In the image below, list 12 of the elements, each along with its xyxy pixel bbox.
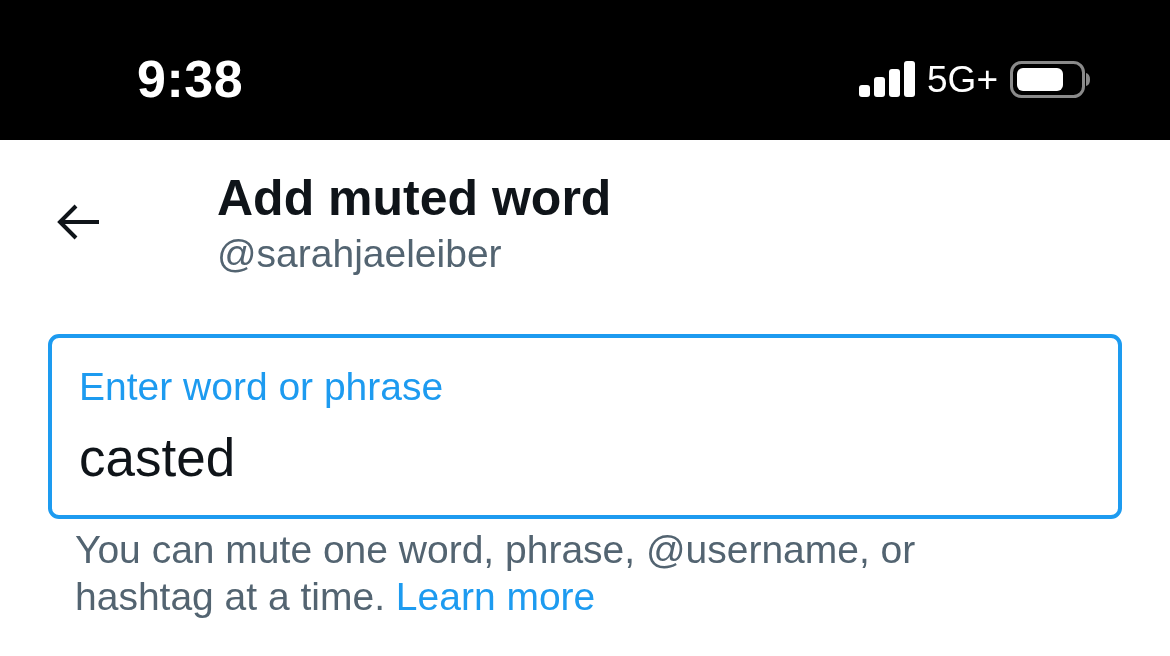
input-value: casted bbox=[79, 427, 236, 489]
status-time: 9:38 bbox=[137, 53, 244, 105]
word-input-field[interactable]: Enter word or phrase casted bbox=[48, 334, 1122, 519]
back-arrow-icon bbox=[57, 203, 101, 241]
battery-icon bbox=[1010, 60, 1090, 98]
field-label: Enter word or phrase bbox=[79, 364, 445, 409]
signal-bars-icon bbox=[859, 61, 916, 97]
back-button[interactable] bbox=[57, 203, 101, 241]
network-type: 5G+ bbox=[927, 60, 998, 98]
screen-title: Add muted word bbox=[217, 170, 612, 227]
help-text: You can mute one word, phrase, @username, or hashtag at a time. Learn more bbox=[75, 527, 917, 620]
account-handle: @sarahjaeleiber bbox=[217, 231, 503, 276]
